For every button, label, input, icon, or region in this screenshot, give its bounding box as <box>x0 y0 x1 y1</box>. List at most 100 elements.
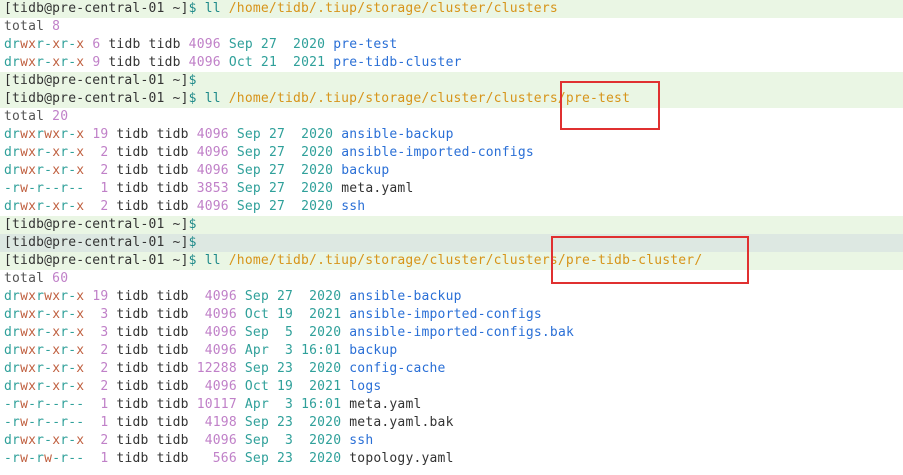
link-count: 1 <box>84 451 109 466</box>
prompt-line: [tidb@pre-central-01 ~]$ ll /home/tidb/.… <box>0 0 903 18</box>
permissions: drwxr-xr-x <box>4 343 85 358</box>
file-name[interactable]: meta.yaml <box>349 397 421 412</box>
file-entry: drwxr-xr-x 2 tidb tidb 4096 Sep 3 2020 s… <box>0 432 903 450</box>
prompt-line: [tidb@pre-central-01 ~]$ ll /home/tidb/.… <box>0 252 903 270</box>
date-month: Sep <box>236 325 269 340</box>
file-entry: -rw-r--r-- 1 tidb tidb 3853 Sep 27 2020 … <box>0 180 903 198</box>
date-month: Sep <box>228 163 261 178</box>
link-count: 19 <box>84 127 109 142</box>
link-count: 2 <box>84 145 109 160</box>
file-entry: drwxr-xr-x 2 tidb tidb 4096 Sep 27 2020 … <box>0 144 903 162</box>
date-day: 27 <box>260 163 286 178</box>
date-time: 2020 <box>293 325 342 340</box>
permissions: drwxr-xr-x <box>4 163 85 178</box>
date-time: 2021 <box>293 379 342 394</box>
date-month: Sep <box>236 451 269 466</box>
file-size: 566 <box>188 451 237 466</box>
date-day: 27 <box>260 127 286 142</box>
file-entry: drwxrwxr-x 19 tidb tidb 4096 Sep 27 2020… <box>0 288 903 306</box>
group: tidb <box>148 199 189 214</box>
file-size: 4096 <box>188 307 237 322</box>
file-size: 4096 <box>188 325 237 340</box>
directory-name[interactable]: ssh <box>341 199 365 214</box>
permissions: drwxrwxr-x <box>4 127 85 142</box>
file-size: 4096 <box>188 145 229 160</box>
file-size: 4096 <box>188 199 229 214</box>
owner: tidb <box>108 325 149 340</box>
command-name: ll <box>204 253 221 268</box>
directory-name[interactable]: ansible-imported-configs.bak <box>349 325 574 340</box>
directory-name[interactable]: config-cache <box>349 361 445 376</box>
file-entry: -rw-rw-r-- 1 tidb tidb 566 Sep 23 2020 t… <box>0 450 903 468</box>
date-month: Sep <box>236 289 269 304</box>
file-entry: drwxr-xr-x 3 tidb tidb 4096 Oct 19 2021 … <box>0 306 903 324</box>
date-day: 21 <box>252 55 277 70</box>
directory-name[interactable]: pre-tidb-cluster <box>333 55 461 70</box>
total-label: total <box>4 109 53 124</box>
owner: tidb <box>108 433 149 448</box>
link-count: 2 <box>84 433 109 448</box>
date-time: 2020 <box>293 289 342 304</box>
directory-name[interactable]: ssh <box>349 433 373 448</box>
date-month: Sep <box>228 127 261 142</box>
date-month: Sep <box>228 199 261 214</box>
owner: tidb <box>108 451 149 466</box>
group: tidb <box>148 163 189 178</box>
group: tidb <box>148 433 189 448</box>
group: tidb <box>148 127 189 142</box>
directory-name[interactable]: ansible-backup <box>341 127 453 142</box>
owner: tidb <box>108 181 149 196</box>
prompt-line: [tidb@pre-central-01 ~]$ <box>0 234 903 252</box>
file-size: 4096 <box>188 343 237 358</box>
file-name[interactable]: meta.yaml.bak <box>349 415 453 430</box>
command-name: ll <box>204 91 221 106</box>
highlight-box-pre-test <box>560 81 660 130</box>
date-day: 3 <box>268 433 294 448</box>
date-month: Apr <box>236 343 269 358</box>
owner: tidb <box>108 361 149 376</box>
date-month: Sep <box>228 145 261 160</box>
group: tidb <box>148 145 189 160</box>
date-time: 2021 <box>277 55 326 70</box>
date-day: 3 <box>268 397 294 412</box>
prompt-dollar: $ <box>188 91 197 106</box>
date-day: 23 <box>268 361 294 376</box>
date-month: Sep <box>228 181 261 196</box>
shell-prompt: [tidb@pre-central-01 ~] <box>4 1 189 16</box>
shell-prompt: [tidb@pre-central-01 ~] <box>4 73 189 88</box>
link-count: 1 <box>84 415 109 430</box>
file-entry: drwxr-xr-x 2 tidb tidb 4096 Sep 27 2020 … <box>0 162 903 180</box>
file-name[interactable]: topology.yaml <box>349 451 453 466</box>
file-size: 4096 <box>180 37 221 52</box>
group: tidb <box>148 397 189 412</box>
permissions: drwxr-xr-x <box>4 199 85 214</box>
link-count: 3 <box>84 325 109 340</box>
link-count: 2 <box>84 361 109 376</box>
directory-name[interactable]: backup <box>349 343 397 358</box>
directory-name[interactable]: backup <box>341 163 389 178</box>
link-count: 9 <box>84 55 101 70</box>
link-count: 3 <box>84 307 109 322</box>
group: tidb <box>148 307 189 322</box>
group: tidb <box>148 361 189 376</box>
group: tidb <box>148 415 189 430</box>
owner: tidb <box>108 163 149 178</box>
group: tidb <box>140 37 181 52</box>
file-name[interactable]: meta.yaml <box>341 181 413 196</box>
date-day: 5 <box>268 325 294 340</box>
directory-name[interactable]: ansible-imported-configs <box>341 145 534 160</box>
directory-name[interactable]: pre-test <box>333 37 397 52</box>
prompt-dollar: $ <box>188 73 197 88</box>
permissions: drwxr-xr-x <box>4 307 85 322</box>
date-month: Sep <box>236 433 269 448</box>
owner: tidb <box>108 415 149 430</box>
directory-name[interactable]: logs <box>349 379 381 394</box>
date-day: 19 <box>268 307 294 322</box>
directory-name[interactable]: ansible-backup <box>349 289 461 304</box>
date-day: 19 <box>268 379 294 394</box>
owner: tidb <box>108 127 149 142</box>
date-time: 2020 <box>293 361 342 376</box>
shell-prompt: [tidb@pre-central-01 ~] <box>4 217 189 232</box>
directory-name[interactable]: ansible-imported-configs <box>349 307 542 322</box>
link-count: 2 <box>84 163 109 178</box>
